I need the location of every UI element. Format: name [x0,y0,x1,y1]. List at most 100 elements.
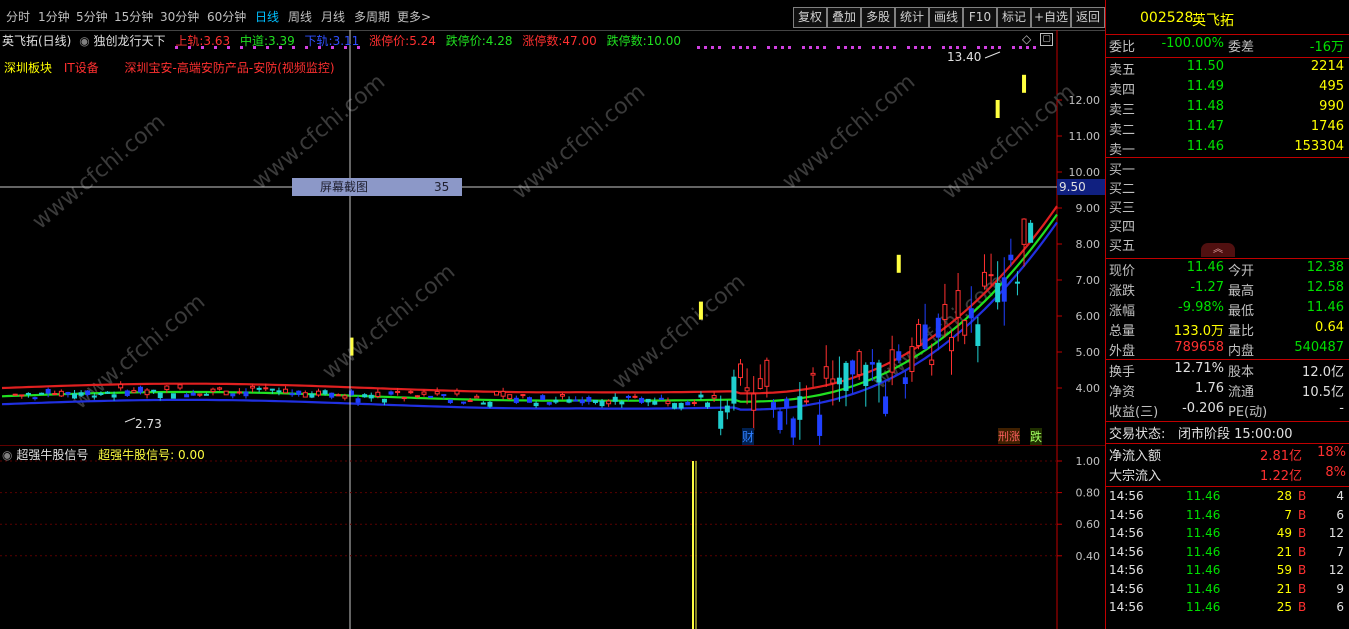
draw-line-button[interactable]: 画线 [929,7,963,28]
indicator-name[interactable]: 独创龙行天下 [94,34,166,48]
stat-value-2: 0.64 [1315,320,1344,335]
fund-row: 换手 12.71% 股本 12.0亿 [1106,361,1349,381]
candle-body [995,282,1001,303]
candle-body [559,393,565,397]
f10-button[interactable]: F10 [963,7,997,28]
sector-industry[interactable]: IT设备 [64,61,99,75]
stat-value: 133.0万 [1173,324,1224,339]
kline-chart[interactable]: www.cfchi.com www.cfchi.com www.cfchi.com w… [0,30,1106,445]
tick-volume: 28 [1276,489,1292,503]
mark-button[interactable]: 标记 [997,7,1031,28]
stat-label: 外盘 [1109,344,1136,359]
lower-band-label: 下轨: [304,34,333,48]
multi-stock-button[interactable]: 多股 [861,7,895,28]
price-tick-label: 11.00 [1069,130,1101,143]
candle-body [487,401,493,407]
candle-body [111,394,117,398]
candle-body [955,290,961,318]
indicator-dropdown-icon[interactable]: ◉ [79,34,89,48]
sector-concept[interactable]: 深圳宝安-高端安防产品-安防(视频监控) [125,61,335,75]
limit-dot [956,46,959,49]
maximize-icon[interactable]: ▢ [1040,33,1053,46]
period-tab-5min[interactable]: 5分钟 [76,8,108,25]
candle-body [540,395,546,401]
finance-marker[interactable]: 财 [742,428,755,445]
candle-body [1001,277,1007,302]
adjust-button[interactable]: 复权 [793,7,827,28]
crosshair-tooltip-label: 屏幕截图 [320,180,369,194]
event-marker-down[interactable]: 跌 [1030,428,1043,445]
period-tab-more[interactable]: 更多> [397,8,431,25]
candle-body [230,393,236,397]
period-tab-60min[interactable]: 60分钟 [207,8,246,25]
trade-status-value: 闭市阶段 15:00:00 [1178,427,1293,442]
sector-board[interactable]: 深圳板块 [4,61,52,75]
candle-body [546,402,552,405]
candle-body [355,398,361,403]
candle-body [414,395,420,398]
limit-dot [949,46,952,49]
indicator-pane[interactable]: 1.00 0.80 0.60 0.40 ◉ 超强牛股信号 超强牛股信号: 0.00 [0,445,1105,629]
back-button[interactable]: 返回 [1071,7,1105,28]
candle-body [177,384,183,389]
candle-body [790,418,796,438]
mid-band-value: 3.39 [268,34,295,48]
candle-body [85,390,91,395]
stat-value: 11.46 [1186,260,1224,275]
candle-body [579,399,585,404]
diamond-icon[interactable]: ◇ [1022,32,1031,46]
period-tab-daily[interactable]: 日线 [255,8,279,25]
tick-row: 14:56 11.46 25 B 6 [1106,600,1349,618]
candle-body [32,397,38,400]
tick-count: 9 [1336,581,1344,596]
candle-body [592,399,598,403]
tick-price: 11.46 [1186,563,1221,577]
period-tab-weekly[interactable]: 周线 [288,8,312,25]
event-marker-up[interactable]: 刑涨 [998,428,1020,444]
period-tab-monthly[interactable]: 月线 [321,8,345,25]
add-watchlist-button[interactable]: +自选 [1031,7,1071,28]
tick-side: B [1298,581,1307,596]
candle-body [718,410,724,429]
ask-row: 卖一 11.46 153304 [1106,139,1349,159]
indicator-svg[interactable]: 1.00 0.80 0.60 0.40 [0,445,1105,629]
fund-value: -0.206 [1182,401,1224,416]
period-tab-1min[interactable]: 1分钟 [38,8,70,25]
period-tab-multi[interactable]: 多周期 [354,8,390,25]
low-annotation: 2.73 [135,417,162,431]
candle-body [573,399,579,402]
period-tab-fenshi[interactable]: 分时 [6,8,30,25]
bid-row: 买三 [1106,197,1349,217]
chart-title: 英飞拓(日线) [2,34,72,48]
candle-body [553,399,559,403]
candle-body [25,392,31,395]
candle-body [322,390,328,395]
indicator-title[interactable]: 超强牛股信号 [16,448,88,462]
candle-body [157,392,163,399]
kline-svg[interactable]: www.cfchi.com www.cfchi.com www.cfchi.com w… [0,30,1105,445]
tick-time: 14:56 [1109,507,1144,522]
candle-body [527,397,532,403]
indicator-menu-icon[interactable]: ◉ [2,448,12,462]
candle-body [118,383,124,389]
overlay-button[interactable]: 叠加 [827,7,861,28]
candle-body [124,390,130,396]
bid-row: 买一 [1106,159,1349,179]
stat-label-2: 内盘 [1228,344,1255,359]
ask-row: 卖三 11.48 990 [1106,99,1349,119]
candle-body [316,390,321,396]
tick-price: 11.46 [1186,489,1221,503]
candle-body [98,392,104,395]
candle-body [1028,222,1034,243]
tick-price: 11.46 [1186,544,1221,559]
statistics-button[interactable]: 统计 [895,7,929,28]
collapse-icon[interactable]: ︽ [1201,243,1235,257]
period-tab-30min[interactable]: 30分钟 [160,8,199,25]
tick-side: B [1298,563,1307,577]
bid-row: 买二 [1106,178,1349,198]
period-tab-15min[interactable]: 15分钟 [114,8,153,25]
mid-band-label: 中道: [239,34,268,48]
watermark-text: www.cfchi.com [608,269,750,394]
fund-label: 净资 [1109,385,1136,400]
limit-dot [704,46,707,49]
